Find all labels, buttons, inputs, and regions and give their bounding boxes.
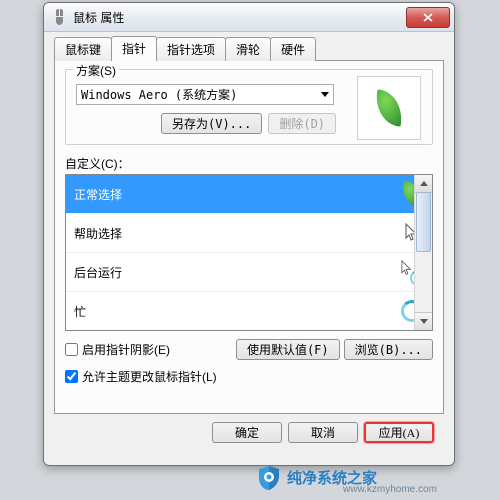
use-default-button[interactable]: 使用默认值(F) xyxy=(236,339,340,360)
scroll-up-button[interactable] xyxy=(415,175,432,193)
list-item-label: 后台运行 xyxy=(74,264,400,281)
scheme-group: 方案(S) Windows Aero (系统方案) 另存为(V)... 删除(D… xyxy=(65,69,433,145)
mouse-icon xyxy=(52,9,68,25)
list-item[interactable]: 帮助选择 ? xyxy=(66,214,432,253)
tab-pointers[interactable]: 指针 xyxy=(111,36,157,61)
shadow-checkbox[interactable] xyxy=(65,343,78,356)
close-button[interactable] xyxy=(406,7,450,28)
apply-button[interactable]: 应用(A) xyxy=(364,422,434,443)
list-item[interactable]: 后台运行 xyxy=(66,253,432,292)
tab-hardware[interactable]: 硬件 xyxy=(270,37,316,61)
save-as-button[interactable]: 另存为(V)... xyxy=(161,113,262,134)
list-item-label: 正常选择 xyxy=(74,186,400,203)
scheme-value: Windows Aero (系统方案) xyxy=(81,86,321,103)
tab-strip: 鼠标键 指针 指针选项 滑轮 硬件 xyxy=(54,37,444,61)
cancel-button[interactable]: 取消 xyxy=(288,422,358,443)
delete-button: 删除(D) xyxy=(268,113,336,134)
tab-wheel[interactable]: 滑轮 xyxy=(225,37,271,61)
custom-label: 自定义(C)： xyxy=(65,155,433,172)
list-item[interactable]: 正常选择 xyxy=(66,175,432,214)
cursor-listbox[interactable]: 正常选择 帮助选择 ? 后台运行 xyxy=(65,174,433,331)
tab-buttons[interactable]: 鼠标键 xyxy=(54,37,112,61)
allow-theme-checkbox[interactable] xyxy=(65,370,78,383)
scheme-label: 方案(S) xyxy=(73,62,119,79)
shadow-label: 启用指针阴影(E) xyxy=(82,341,170,358)
dialog-footer: 确定 取消 应用(A) xyxy=(54,414,444,443)
leaf-cursor-icon xyxy=(373,89,405,127)
allow-theme-label: 允许主题更改鼠标指针(L) xyxy=(82,368,217,385)
browse-button[interactable]: 浏览(B)... xyxy=(344,339,433,360)
list-item[interactable]: 忙 xyxy=(66,292,432,331)
ok-button[interactable]: 确定 xyxy=(212,422,282,443)
list-item-label: 忙 xyxy=(74,303,400,320)
scroll-thumb[interactable] xyxy=(416,192,431,252)
tab-pointer-options[interactable]: 指针选项 xyxy=(156,37,226,61)
window-title: 鼠标 属性 xyxy=(73,9,406,26)
scheme-combo[interactable]: Windows Aero (系统方案) xyxy=(76,84,334,105)
cursor-preview xyxy=(357,76,421,140)
chevron-down-icon xyxy=(321,92,329,97)
tab-panel-pointers: 方案(S) Windows Aero (系统方案) 另存为(V)... 删除(D… xyxy=(54,60,444,414)
titlebar: 鼠标 属性 xyxy=(44,3,454,32)
watermark-url: www.kzmyhome.com xyxy=(343,484,437,495)
dialog-body: 鼠标键 指针 指针选项 滑轮 硬件 方案(S) Windows Aero (系统… xyxy=(44,32,454,451)
mouse-properties-dialog: 鼠标 属性 鼠标键 指针 指针选项 滑轮 硬件 方案(S) Windows Ae… xyxy=(43,2,455,466)
scrollbar[interactable] xyxy=(414,175,432,330)
scroll-down-button[interactable] xyxy=(415,312,432,330)
watermark-shield-icon xyxy=(255,464,283,492)
list-item-label: 帮助选择 xyxy=(74,225,400,242)
